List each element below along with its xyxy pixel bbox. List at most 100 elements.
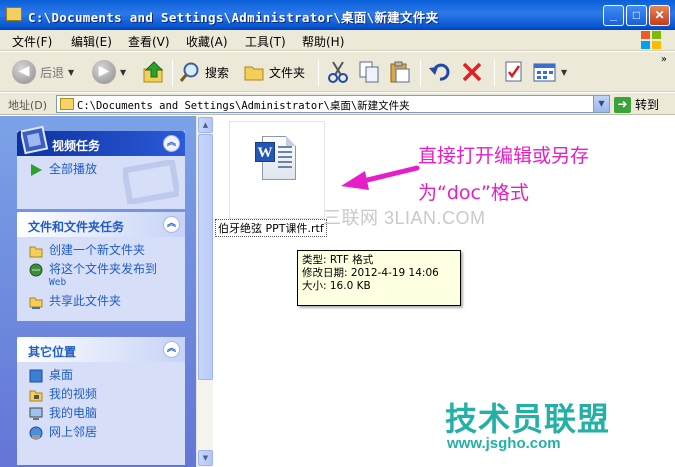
address-label: 地址(D) [8, 99, 48, 112]
other-places-body: 桌面 我的视频 我的电脑 网上邻居 [17, 362, 185, 452]
delete-button[interactable] [460, 58, 484, 86]
file-tasks-body: 创建一个新文件夹 将这个文件夹发布到 Web 共享此文件夹 [17, 237, 185, 321]
menu-file[interactable]: 文件(F) [12, 33, 52, 50]
search-icon [179, 62, 199, 82]
forward-button[interactable]: ▶ ▼ [92, 58, 126, 86]
folders-button[interactable]: 文件夹 [243, 58, 305, 86]
copy-icon [359, 61, 379, 83]
go-label: 转到 [635, 98, 660, 112]
file-name-label[interactable]: 伯牙绝弦 PPT课件.rtf [215, 219, 327, 237]
up-folder-icon [143, 61, 164, 83]
file-tasks-header[interactable]: 文件和文件夹任务 ︽ [17, 212, 185, 237]
menu-help[interactable]: 帮助(H) [302, 33, 344, 50]
tooltip-size: 大小: 16.0 KB [302, 280, 371, 292]
chevron-down-icon: ▼ [68, 67, 75, 77]
toolbar-separator [318, 60, 319, 86]
close-button[interactable]: ✕ [649, 5, 670, 26]
chevron-up-icon[interactable]: ︽ [163, 216, 180, 233]
copy-button[interactable] [357, 58, 381, 86]
place-my-videos-label: 我的视频 [49, 387, 98, 401]
annotation-arrow-icon [341, 165, 420, 190]
film-strip-icon [21, 125, 49, 155]
scroll-down-button[interactable]: ▼ [198, 450, 213, 466]
maximize-button[interactable]: □ [626, 5, 647, 26]
task-play-all-label: 全部播放 [49, 162, 98, 176]
computer-icon [29, 407, 43, 421]
desktop-icon [29, 369, 43, 383]
task-share-folder[interactable]: 共享此文件夹 [29, 294, 177, 309]
file-item[interactable]: W [229, 121, 325, 219]
task-new-folder[interactable]: 创建一个新文件夹 [29, 243, 177, 258]
watermark-3lian: 三联网 3LIAN.COM [323, 208, 486, 228]
task-pane: 视频任务 ︽ 全部播放 文件和文件夹任务 ︽ 创建一个新文件夹 将这个文件夹发布… [0, 116, 196, 467]
menu-view[interactable]: 查看(V) [128, 33, 170, 50]
vertical-scrollbar[interactable]: ▲ ▼ [196, 116, 213, 467]
chevron-down-icon: ▼ [561, 67, 568, 77]
folder-icon [6, 7, 22, 21]
minimize-button[interactable]: _ [603, 5, 624, 26]
paste-icon [390, 61, 410, 83]
undo-button[interactable] [428, 58, 452, 86]
other-places-header[interactable]: 其它位置 ︽ [17, 337, 185, 362]
scroll-thumb[interactable] [198, 134, 213, 380]
film-watermark-icon [123, 160, 179, 204]
menu-favorites[interactable]: 收藏(A) [186, 33, 228, 50]
back-label: 后退 [40, 65, 65, 80]
scroll-up-button[interactable]: ▲ [198, 117, 213, 133]
chevron-up-icon[interactable]: ︽ [163, 135, 180, 152]
place-my-computer[interactable]: 我的电脑 [29, 406, 177, 421]
videos-folder-icon [29, 388, 43, 402]
chevron-up-icon[interactable]: ︽ [163, 341, 180, 358]
place-desktop[interactable]: 桌面 [29, 368, 177, 383]
network-icon [29, 426, 43, 440]
task-publish-web-sub: Web [49, 277, 67, 288]
other-places-title: 其它位置 [28, 345, 77, 359]
search-label: 搜索 [205, 65, 230, 80]
menu-bar: 文件(F) 编辑(E) 查看(V) 收藏(A) 工具(T) 帮助(H) [0, 30, 675, 51]
tooltip-type: 类型: RTF 格式 [302, 254, 374, 266]
annotation-line-1: 直接打开编辑或另存 [418, 145, 590, 167]
properties-button[interactable] [502, 58, 526, 86]
search-button[interactable]: 搜索 [179, 58, 229, 86]
forward-arrow-icon: ▶ [92, 60, 116, 84]
video-tasks-title: 视频任务 [52, 139, 101, 153]
address-path: C:\Documents and Settings\Administrator\… [77, 100, 410, 112]
window-title: C:\Documents and Settings\Administrator\… [28, 10, 439, 25]
share-folder-icon [29, 295, 43, 309]
place-network[interactable]: 网上邻居 [29, 425, 177, 440]
video-tasks-panel: 视频任务 ︽ 全部播放 [17, 125, 185, 209]
toolbar-overflow-icon[interactable]: » [661, 54, 667, 65]
place-desktop-label: 桌面 [49, 368, 74, 382]
go-button[interactable]: ➜ 转到 [614, 96, 659, 113]
toolbar-separator [494, 60, 495, 86]
place-network-label: 网上邻居 [49, 425, 98, 439]
paste-button[interactable] [388, 58, 412, 86]
go-arrow-icon: ➜ [614, 96, 631, 113]
views-icon [533, 63, 556, 82]
task-new-folder-label: 创建一个新文件夹 [49, 243, 146, 257]
place-my-videos[interactable]: 我的视频 [29, 387, 177, 402]
chevron-down-icon: ▼ [120, 67, 127, 77]
task-publish-web-label: 将这个文件夹发布到 [49, 262, 158, 276]
back-button[interactable]: ◀ 后退 ▼ [12, 58, 74, 86]
word-document-icon: W [255, 136, 296, 180]
back-arrow-icon: ◀ [12, 60, 36, 84]
task-share-folder-label: 共享此文件夹 [49, 294, 122, 308]
views-button[interactable]: ▼ [533, 58, 567, 86]
task-publish-web-text: 将这个文件夹发布到 Web [49, 262, 157, 290]
cut-button[interactable] [326, 58, 350, 86]
new-folder-icon [29, 244, 43, 258]
task-publish-web[interactable]: 将这个文件夹发布到 Web [29, 262, 177, 290]
annotation-text: 直接打开编辑或另存 为“doc”格式 [418, 138, 589, 212]
address-input[interactable]: C:\Documents and Settings\Administrator\… [56, 95, 610, 113]
toolbar-separator [172, 60, 173, 86]
scissors-icon [328, 61, 348, 83]
delete-x-icon [462, 62, 482, 82]
video-tasks-header[interactable]: 视频任务 ︽ [17, 125, 185, 156]
menu-tools[interactable]: 工具(T) [245, 33, 286, 50]
properties-icon [505, 61, 522, 82]
folders-icon [244, 66, 264, 81]
up-folder-button[interactable] [142, 58, 166, 86]
menu-edit[interactable]: 编辑(E) [71, 33, 112, 50]
address-dropdown-button[interactable]: ▼ [593, 96, 609, 112]
